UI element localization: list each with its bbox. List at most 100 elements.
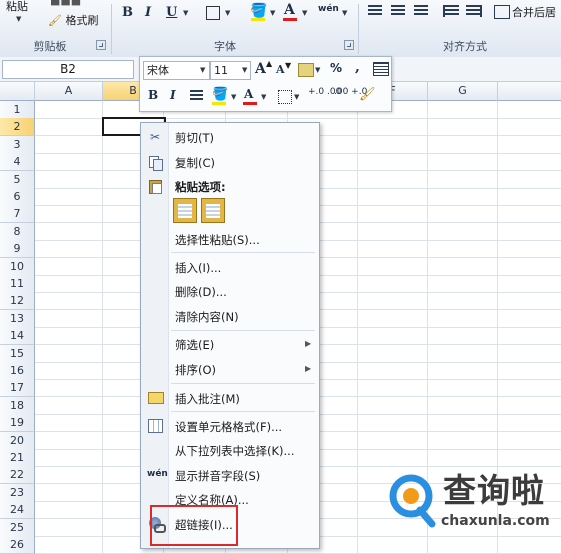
comment-icon [147,389,164,405]
row-header[interactable]: 26 [0,536,35,554]
align-right-icon[interactable] [414,5,428,17]
context-menu: ✂ 剪切(T) 复制(C) 粘贴选项: 选择性粘贴(S)... 插入(I)...… [140,122,320,549]
format-cells-icon [147,417,163,433]
mini-italic-button[interactable]: I [170,88,176,102]
underline-dropdown-icon[interactable]: ▼ [183,9,188,17]
menu-separator [171,411,315,412]
column-header-a[interactable]: A [35,82,103,101]
mini-borders-dropdown-icon[interactable]: ▼ [294,93,299,101]
font-size-dropdown-icon[interactable]: ▼ [242,66,247,74]
row-header[interactable]: 4 [0,153,35,171]
menu-item-format-cells[interactable]: 设置单元格格式(F)... [175,419,282,435]
mini-bold-button[interactable]: B [148,88,158,102]
row-header[interactable]: 11 [0,275,35,293]
align-center-icon[interactable] [391,5,405,17]
comma-style-button[interactable]: , [355,59,360,75]
row-header[interactable]: 18 [0,397,35,415]
row-header[interactable]: 21 [0,449,35,467]
menu-item-delete[interactable]: 删除(D)... [175,284,227,300]
column-header-g[interactable]: G [428,82,498,101]
paste-option-values-icon[interactable] [201,198,225,223]
row-header[interactable]: 1 [0,101,35,119]
watermark-url: chaxunla.com [441,513,550,529]
alignment-group-label: 对齐方式 [443,40,487,53]
font-color-dropdown-icon[interactable]: ▼ [302,9,307,17]
font-name-dropdown-icon[interactable]: ▼ [200,66,205,74]
borders-dropdown-icon[interactable]: ▼ [225,9,230,17]
fill-color-icon[interactable]: 🪣 [250,3,267,19]
font-launcher-icon[interactable] [344,40,354,50]
row-header[interactable]: 9 [0,240,35,258]
format-painter-button[interactable]: 🖌 格式刷 [48,12,98,28]
mini-fill-color-icon[interactable]: 🪣 [212,87,228,102]
font-color-icon[interactable]: A [284,2,295,18]
mini-fill-swatch [212,102,226,105]
mini-center-icon[interactable] [190,90,203,102]
mini-fill-dropdown-icon[interactable]: ▼ [231,93,236,101]
row-header[interactable]: 12 [0,292,35,310]
menu-item-insert-comment[interactable]: 插入批注(M) [175,391,240,407]
menu-item-sort[interactable]: 排序(O) [175,362,216,378]
row-header[interactable]: 3 [0,136,35,154]
phonetic-guide-icon[interactable]: wén [318,4,339,14]
clipboard-launcher-icon[interactable] [96,40,106,50]
menu-item-clear-contents[interactable]: 清除内容(N) [175,309,239,325]
row-header[interactable]: 16 [0,362,35,380]
row-header[interactable]: 8 [0,223,35,241]
row-header[interactable]: 13 [0,310,35,328]
row-header[interactable]: 2 [0,118,35,136]
row-header[interactable]: 22 [0,466,35,484]
mini-font-color-dropdown-icon[interactable]: ▼ [261,93,266,101]
row-header[interactable]: 7 [0,205,35,223]
grow-font-button[interactable]: A [255,61,266,77]
decrease-indent-icon[interactable] [443,5,459,17]
row-header[interactable]: 20 [0,432,35,450]
accounting-dropdown-icon[interactable]: ▼ [315,66,320,74]
row-header[interactable]: 10 [0,258,35,276]
row-header[interactable]: 15 [0,345,35,363]
column-header-h[interactable] [498,82,561,101]
menu-item-show-phonetic[interactable]: 显示拼音字段(S) [175,468,260,484]
borders-icon[interactable] [206,6,220,20]
font-color-swatch [283,18,297,21]
row-header[interactable]: 23 [0,484,35,502]
italic-button[interactable]: I [145,5,151,20]
phonetic-icon: wén [147,469,168,479]
mini-format-painter-icon[interactable]: 🖌 [359,87,376,102]
row-header[interactable]: 19 [0,414,35,432]
percent-style-button[interactable]: % [330,61,342,75]
mini-font-color-icon[interactable]: A [244,87,253,101]
menu-item-cut[interactable]: 剪切(T) [175,130,214,146]
phonetic-dropdown-icon[interactable]: ▼ [342,9,347,17]
select-all-corner[interactable] [0,82,35,101]
paste-button[interactable]: 粘贴 [6,0,28,14]
menu-item-filter[interactable]: 筛选(E) [175,337,214,353]
row-header[interactable]: 25 [0,519,35,537]
align-left-icon[interactable] [368,5,382,17]
ribbon-divider [111,4,112,54]
paste-dropdown-icon[interactable]: ▼ [16,15,21,23]
increase-indent-icon[interactable] [466,5,482,17]
menu-item-pick-from-list[interactable]: 从下拉列表中选择(K)... [175,443,294,459]
copy-button-partial[interactable]: ■■■ [50,0,81,7]
menu-item-copy[interactable]: 复制(C) [175,155,215,171]
accounting-format-icon[interactable] [298,63,314,77]
paste-option-keep-format-icon[interactable] [173,198,197,223]
format-painter-icon: 🖌 [48,14,62,27]
menu-item-insert[interactable]: 插入(I)... [175,260,221,276]
bold-button[interactable]: B [122,5,133,20]
mini-borders-icon[interactable] [278,90,292,104]
row-header[interactable]: 14 [0,327,35,345]
name-box[interactable]: B2 [2,60,134,79]
format-table-icon[interactable] [373,62,389,76]
row-header[interactable]: 6 [0,188,35,206]
row-header[interactable]: 24 [0,501,35,519]
row-header[interactable]: 5 [0,171,35,189]
row-header[interactable]: 17 [0,379,35,397]
shrink-font-button[interactable]: A [276,63,285,76]
merge-center-button[interactable]: 合并后居 [512,4,556,20]
fill-dropdown-icon[interactable]: ▼ [270,9,275,17]
underline-button[interactable]: U [166,5,177,20]
shrink-font-arrow-icon: ▼ [285,61,292,70]
menu-item-paste-special[interactable]: 选择性粘贴(S)... [175,232,260,248]
